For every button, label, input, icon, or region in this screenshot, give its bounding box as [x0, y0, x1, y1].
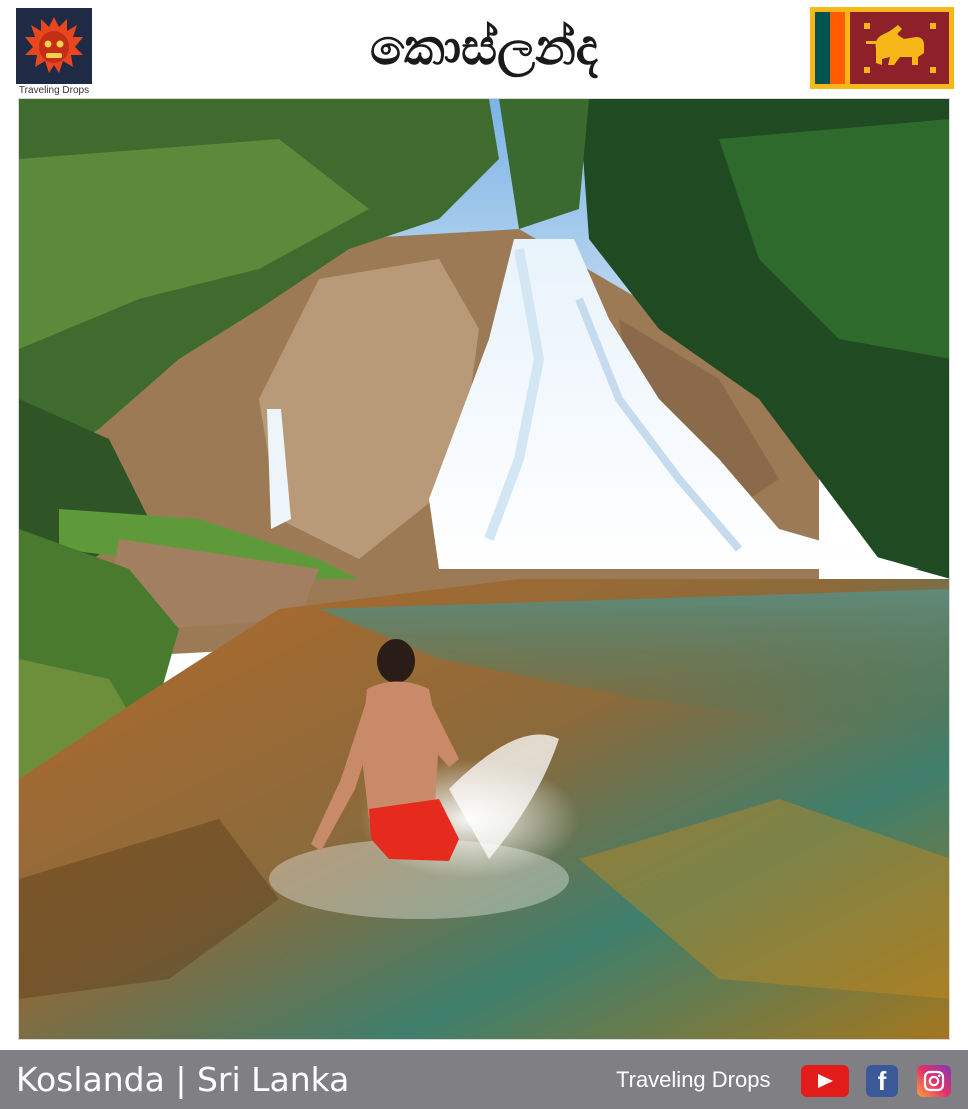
page-title: කොස්ලන්ද — [370, 18, 598, 76]
lion-icon — [863, 23, 936, 73]
flag-green-stripe — [815, 12, 830, 84]
location-caption: Koslanda | Sri Lanka — [16, 1060, 350, 1099]
brand-logo: Traveling Drops — [16, 8, 92, 96]
flag-lion-panel — [850, 12, 949, 84]
sri-lanka-flag-icon — [810, 7, 954, 89]
footer-bar: Koslanda | Sri Lanka Traveling Drops f — [0, 1050, 968, 1109]
brand-name: Traveling Drops — [616, 1067, 771, 1092]
waterfall-photo — [18, 98, 950, 1040]
header: Traveling Drops කොස්ලන්ද — [0, 0, 968, 98]
youtube-icon[interactable] — [801, 1065, 849, 1097]
logo-caption: Traveling Drops — [18, 85, 90, 96]
flag-orange-stripe — [830, 12, 845, 84]
demon-mask-icon — [16, 8, 92, 84]
facebook-icon[interactable]: f — [866, 1065, 898, 1097]
instagram-icon[interactable] — [917, 1065, 951, 1097]
